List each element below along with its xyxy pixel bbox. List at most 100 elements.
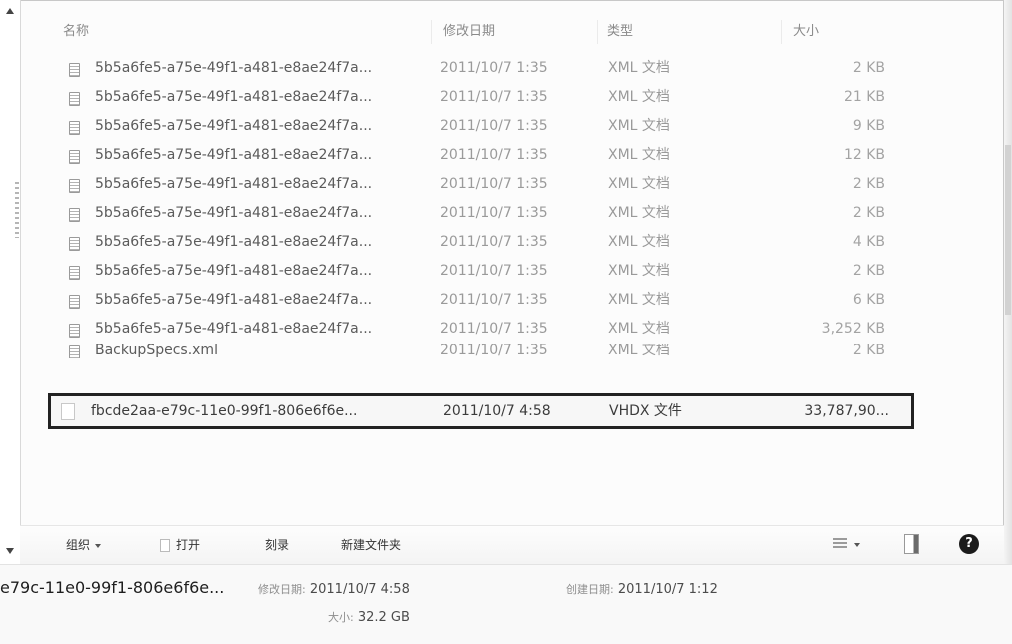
new-folder-button[interactable]: 新建文件夹 — [341, 535, 401, 555]
file-name: 5b5a6fe5-a75e-49f1-a481-e8ae24f7a... — [95, 263, 373, 279]
file-row[interactable]: BackupSpecs.xml 2011/10/7 1:35 XML 文档 2 … — [55, 344, 925, 358]
file-date: 2011/10/7 1:35 — [440, 176, 548, 192]
file-row[interactable]: 5b5a6fe5-a75e-49f1-a481-e8ae24f7a... 201… — [55, 54, 925, 83]
file-name: 5b5a6fe5-a75e-49f1-a481-e8ae24f7a... — [95, 89, 373, 105]
file-name: 5b5a6fe5-a75e-49f1-a481-e8ae24f7a... — [95, 118, 373, 134]
file-type: XML 文档 — [608, 89, 670, 105]
file-size: 2 KB — [852, 176, 885, 192]
column-header-name[interactable]: 名称 — [63, 22, 89, 42]
file-row[interactable]: 5b5a6fe5-a75e-49f1-a481-e8ae24f7a... 201… — [55, 228, 925, 257]
file-type: XML 文档 — [608, 118, 670, 134]
file-size: 2 KB — [852, 263, 885, 279]
details-modified: 修改日期: 2011/10/7 4:58 — [258, 581, 410, 597]
scroll-down-icon[interactable] — [6, 548, 14, 554]
preview-pane-icon[interactable] — [904, 534, 919, 554]
file-size: 4 KB — [852, 234, 885, 250]
file-date: 2011/10/7 1:35 — [440, 292, 548, 308]
explorer-window: 名称 修改日期 类型 大小 5b5a6fe5-a75e-49f1-a481-e8… — [0, 0, 1012, 644]
file-date: 2011/10/7 1:35 — [440, 147, 548, 163]
vertical-scrollbar[interactable] — [1004, 0, 1012, 600]
header-divider[interactable] — [431, 20, 432, 44]
file-type: XML 文档 — [608, 60, 670, 76]
file-name: 5b5a6fe5-a75e-49f1-a481-e8ae24f7a... — [95, 205, 373, 221]
file-date: 2011/10/7 1:35 — [440, 89, 548, 105]
organize-label: 组织 — [66, 538, 91, 552]
scrollbar-thumb[interactable] — [1005, 145, 1011, 315]
file-row[interactable]: 5b5a6fe5-a75e-49f1-a481-e8ae24f7a... 201… — [55, 257, 925, 286]
file-row[interactable]: 5b5a6fe5-a75e-49f1-a481-e8ae24f7a... 201… — [55, 112, 925, 141]
column-header-date[interactable]: 修改日期 — [443, 22, 495, 42]
splitter-grip-icon[interactable] — [15, 182, 19, 238]
details-file-name: e79c-11e0-99f1-806e6f6e... — [0, 578, 225, 597]
selected-file-size: 33,787,90... — [804, 403, 889, 419]
details-modified-label: 修改日期: — [258, 583, 306, 596]
file-row[interactable]: 5b5a6fe5-a75e-49f1-a481-e8ae24f7a... 201… — [55, 315, 925, 344]
file-date: 2011/10/7 1:35 — [440, 60, 548, 76]
chevron-down-icon[interactable] — [854, 543, 860, 547]
file-size: 12 KB — [843, 147, 885, 163]
window-top-border — [0, 0, 1012, 1]
file-size: 21 KB — [843, 89, 885, 105]
header-divider[interactable] — [597, 20, 598, 44]
vhdx-file-icon — [61, 396, 75, 431]
xml-file-icon — [69, 344, 83, 358]
command-bar: 组织 打开 刻录 新建文件夹 ? — [20, 525, 1004, 564]
details-size: 大小: 32.2 GB — [328, 609, 410, 625]
details-size-value: 32.2 GB — [357, 610, 410, 625]
file-name: 5b5a6fe5-a75e-49f1-a481-e8ae24f7a... — [95, 292, 373, 308]
file-size: 2 KB — [852, 344, 885, 358]
file-date: 2011/10/7 1:35 — [440, 234, 548, 250]
burn-label: 刻录 — [265, 538, 290, 552]
selected-file-date: 2011/10/7 4:58 — [443, 403, 551, 419]
file-type: XML 文档 — [608, 321, 670, 337]
file-date: 2011/10/7 1:35 — [440, 344, 548, 358]
file-size: 3,252 KB — [821, 321, 885, 337]
file-date: 2011/10/7 1:35 — [440, 321, 548, 337]
file-size: 2 KB — [852, 205, 885, 221]
file-type: XML 文档 — [608, 147, 670, 163]
file-row[interactable]: 5b5a6fe5-a75e-49f1-a481-e8ae24f7a... 201… — [55, 286, 925, 315]
file-type: XML 文档 — [608, 344, 670, 358]
selected-file-type: VHDX 文件 — [609, 403, 682, 419]
file-date: 2011/10/7 1:35 — [440, 205, 548, 221]
file-size: 9 KB — [852, 118, 885, 134]
details-pane: e79c-11e0-99f1-806e6f6e... 修改日期: 2011/10… — [0, 564, 1012, 644]
file-name: 5b5a6fe5-a75e-49f1-a481-e8ae24f7a... — [95, 321, 373, 337]
file-row[interactable]: 5b5a6fe5-a75e-49f1-a481-e8ae24f7a... 201… — [55, 141, 925, 170]
file-name: BackupSpecs.xml — [95, 344, 218, 358]
new-folder-label: 新建文件夹 — [341, 538, 402, 552]
open-button[interactable]: 打开 — [160, 535, 200, 555]
view-options-icon[interactable] — [833, 538, 847, 550]
chevron-down-icon — [95, 543, 102, 548]
file-type: XML 文档 — [608, 205, 670, 221]
selected-file-row[interactable]: fbcde2aa-e79c-11e0-99f1-806e6f6e... 2011… — [48, 393, 914, 429]
file-list: 5b5a6fe5-a75e-49f1-a481-e8ae24f7a... 201… — [55, 54, 925, 358]
scroll-up-icon[interactable] — [6, 8, 14, 14]
details-modified-value: 2011/10/7 4:58 — [309, 582, 410, 597]
details-created-label: 创建日期: — [566, 583, 614, 596]
help-icon[interactable]: ? — [959, 534, 979, 554]
column-header-type[interactable]: 类型 — [607, 22, 633, 42]
file-type: XML 文档 — [608, 176, 670, 192]
open-label: 打开 — [176, 538, 201, 552]
open-file-icon — [160, 539, 170, 552]
file-row[interactable]: 5b5a6fe5-a75e-49f1-a481-e8ae24f7a... 201… — [55, 199, 925, 228]
details-size-label: 大小: — [328, 611, 354, 624]
file-type: XML 文档 — [608, 263, 670, 279]
organize-button[interactable]: 组织 — [66, 535, 102, 555]
selected-file-name: fbcde2aa-e79c-11e0-99f1-806e6f6e... — [91, 403, 358, 419]
file-size: 6 KB — [852, 292, 885, 308]
file-type: XML 文档 — [608, 234, 670, 250]
left-scroll-strip[interactable] — [0, 0, 21, 600]
header-divider[interactable] — [781, 20, 782, 44]
file-type: XML 文档 — [608, 292, 670, 308]
file-row[interactable]: 5b5a6fe5-a75e-49f1-a481-e8ae24f7a... 201… — [55, 83, 925, 112]
details-created-value: 2011/10/7 1:12 — [617, 582, 718, 597]
file-size: 2 KB — [852, 60, 885, 76]
burn-button[interactable]: 刻录 — [265, 535, 289, 555]
file-row[interactable]: 5b5a6fe5-a75e-49f1-a481-e8ae24f7a... 201… — [55, 170, 925, 199]
file-name: 5b5a6fe5-a75e-49f1-a481-e8ae24f7a... — [95, 147, 373, 163]
file-name: 5b5a6fe5-a75e-49f1-a481-e8ae24f7a... — [95, 176, 373, 192]
column-header-size[interactable]: 大小 — [793, 22, 819, 42]
file-date: 2011/10/7 1:35 — [440, 118, 548, 134]
